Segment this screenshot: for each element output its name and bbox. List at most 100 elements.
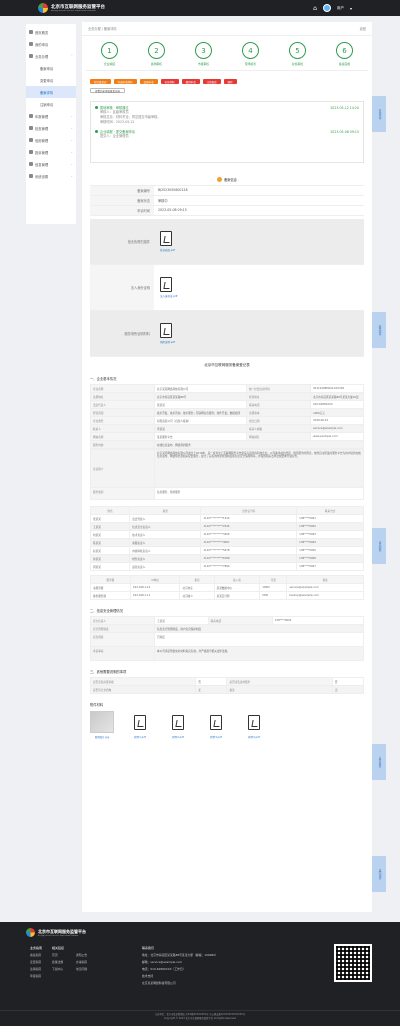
table-row: 张某某 法定代表人 1101**********1234 138****0001: [89, 514, 364, 523]
sidebar-item[interactable]: 信用管理 ⌄: [26, 134, 76, 146]
pdf-icon[interactable]: [172, 715, 184, 730]
footer-link[interactable]: 首页: [52, 953, 76, 957]
sidebar-item[interactable]: 信息管理 ⌄: [26, 158, 76, 170]
sidebar-item[interactable]: 我的申请: [26, 38, 76, 50]
float-tab[interactable]: 操作指南: [372, 312, 386, 348]
sidebar-item[interactable]: 投诉管理 ⌄: [26, 146, 76, 158]
step-number: 2: [148, 42, 165, 59]
row-label: 服务内容: [90, 440, 155, 449]
sidebar-item[interactable]: 系统设置 ⌄: [26, 170, 76, 182]
table-row: 刘某某 技术负责人 1101**********3456 138****0003: [89, 530, 364, 539]
home-icon[interactable]: ⌂: [313, 5, 317, 12]
table-cell: 周某某: [89, 562, 131, 571]
footer-link[interactable]: 注销指南: [30, 967, 42, 971]
top-header: 北京市互联网服务监管平台 Beijing Internet Service Su…: [0, 0, 400, 16]
attachment[interactable]: 附件4.pdf: [242, 711, 266, 739]
row-value: 否: [195, 677, 228, 686]
footer-link[interactable]: 常见问题: [76, 967, 100, 971]
table-cell: 138****0003: [296, 530, 364, 539]
table-cell: 主服务器: [90, 583, 131, 592]
table-row: 服务内容 在线信息发布、网络预约服务: [90, 440, 364, 449]
action-button[interactable]: 变更申请: [139, 79, 158, 84]
attachment[interactable]: 附件1.pdf: [128, 711, 152, 739]
chevron-down-icon[interactable]: ▾: [350, 6, 352, 11]
sidebar-item[interactable]: 业务办理 ⌃: [26, 50, 76, 62]
action-button[interactable]: 撤回申请: [181, 79, 200, 84]
row-value: 无: [331, 685, 365, 694]
footer-brand-subtitle: Beijing Internet Service Supervision Pla…: [38, 934, 79, 937]
table-cell: 192.168.1.11: [129, 591, 181, 600]
info-icon: [217, 177, 223, 182]
row-value: 91110108MA01XXXX0X: [310, 384, 364, 393]
attachment-name[interactable]: 附件1.pdf: [134, 735, 145, 739]
sidebar-item[interactable]: 变更申请: [26, 74, 76, 86]
file-link[interactable]: 法人身份证.pdf: [160, 294, 364, 298]
sidebar-item[interactable]: 首页概览: [26, 26, 76, 38]
row-value: 李某某: [153, 424, 248, 433]
table-cell: 张某某: [89, 514, 131, 523]
sidebar-item[interactable]: 检查管理 ⌄: [26, 122, 76, 134]
chevron-icon: ⌄: [70, 150, 73, 154]
footer-contact-line: 地址：北京市海淀区某某路88号某某大厦（邮编：100080）: [142, 953, 218, 957]
table-cell: 192.168.1.10: [129, 583, 181, 592]
avatar[interactable]: [322, 4, 331, 12]
action-button[interactable]: 删除: [223, 79, 237, 84]
float-tab[interactable]: 在线咨询: [372, 96, 386, 132]
file-cell: 营业执照.pdf: [154, 219, 364, 264]
image-thumbnail[interactable]: [90, 711, 114, 733]
pdf-icon[interactable]: [160, 323, 172, 338]
sidebar-item[interactable]: 备案详情: [26, 86, 76, 98]
action-button[interactable]: 注销备案: [202, 79, 221, 84]
file-link[interactable]: 场所证明.pdf: [160, 340, 364, 344]
footer-link[interactable]: 年报指南: [30, 974, 42, 978]
user-name[interactable]: 用户: [337, 6, 344, 11]
action-button[interactable]: 补正材料: [160, 79, 179, 84]
sidebar-item-label: 系统设置: [35, 174, 49, 179]
float-tab[interactable]: 返回顶部: [372, 856, 386, 892]
pdf-icon[interactable]: [210, 715, 222, 730]
attachment[interactable]: 现场照片.jpg: [90, 711, 114, 739]
row-label: 安全负责人: [90, 616, 155, 625]
pdf-icon[interactable]: [134, 715, 146, 730]
file-link[interactable]: 营业执照.pdf: [160, 248, 364, 252]
action-button[interactable]: 打印备案表: [90, 79, 111, 84]
footer-link[interactable]: 下载中心: [52, 967, 76, 971]
step-number: 4: [242, 42, 259, 59]
attachment-name[interactable]: 附件4.pdf: [248, 735, 259, 739]
chevron-icon: ⌄: [70, 126, 73, 130]
footer-link[interactable]: 政策法规: [52, 960, 76, 964]
step-number: 1: [101, 42, 118, 59]
float-tab[interactable]: 意见反馈: [372, 744, 386, 780]
table-cell: 138****0007: [296, 562, 364, 571]
attachment-name[interactable]: 附件2.pdf: [172, 735, 183, 739]
row-label: 备注: [226, 685, 333, 694]
pdf-icon[interactable]: [248, 715, 260, 730]
pdf-icon[interactable]: [160, 231, 172, 246]
footer: 北京市互联网服务监管平台 Beijing Internet Service Su…: [0, 922, 400, 1026]
table-row: 周某某 运营负责人 1101**********7890 138****0007: [89, 562, 364, 571]
attachment-name[interactable]: 现场照片.jpg: [95, 735, 110, 739]
sidebar-item-label: 投诉管理: [35, 150, 49, 155]
brand-logo[interactable]: [38, 3, 48, 13]
step-label: 备案完成: [338, 62, 351, 66]
table-cell: 法定代表人: [129, 514, 202, 523]
footer-link[interactable]: 备案指南: [30, 953, 42, 957]
float-tab[interactable]: 常见问题: [372, 528, 386, 564]
footer-link[interactable]: 变更指南: [30, 960, 42, 964]
sidebar-item[interactable]: 注销申请: [26, 98, 76, 110]
footer-link[interactable]: 通知公告: [76, 953, 100, 957]
history-button[interactable]: 查看历史审核意见记录: [90, 88, 126, 93]
column-header: 姓名: [89, 506, 131, 515]
action-button[interactable]: 导出申请材料: [113, 79, 137, 84]
attachment-name[interactable]: 附件3.pdf: [210, 735, 221, 739]
attachment[interactable]: 附件2.pdf: [166, 711, 190, 739]
sidebar-item[interactable]: 备案申请: [26, 62, 76, 74]
row-value: 否: [331, 677, 365, 686]
summary-table: 备案编号 BJ2023050800128 备案状态 审核中 申请时间 2023-05-08…: [90, 185, 364, 216]
pdf-icon[interactable]: [160, 277, 172, 292]
footer-link[interactable]: 办事指南: [76, 960, 100, 964]
sidebar-item[interactable]: 年报管理 ⌄: [26, 110, 76, 122]
basic-section-title: 一、企业基本情况: [90, 377, 117, 381]
attachment[interactable]: 附件3.pdf: [204, 711, 228, 739]
back-button[interactable]: 返回: [360, 26, 366, 31]
